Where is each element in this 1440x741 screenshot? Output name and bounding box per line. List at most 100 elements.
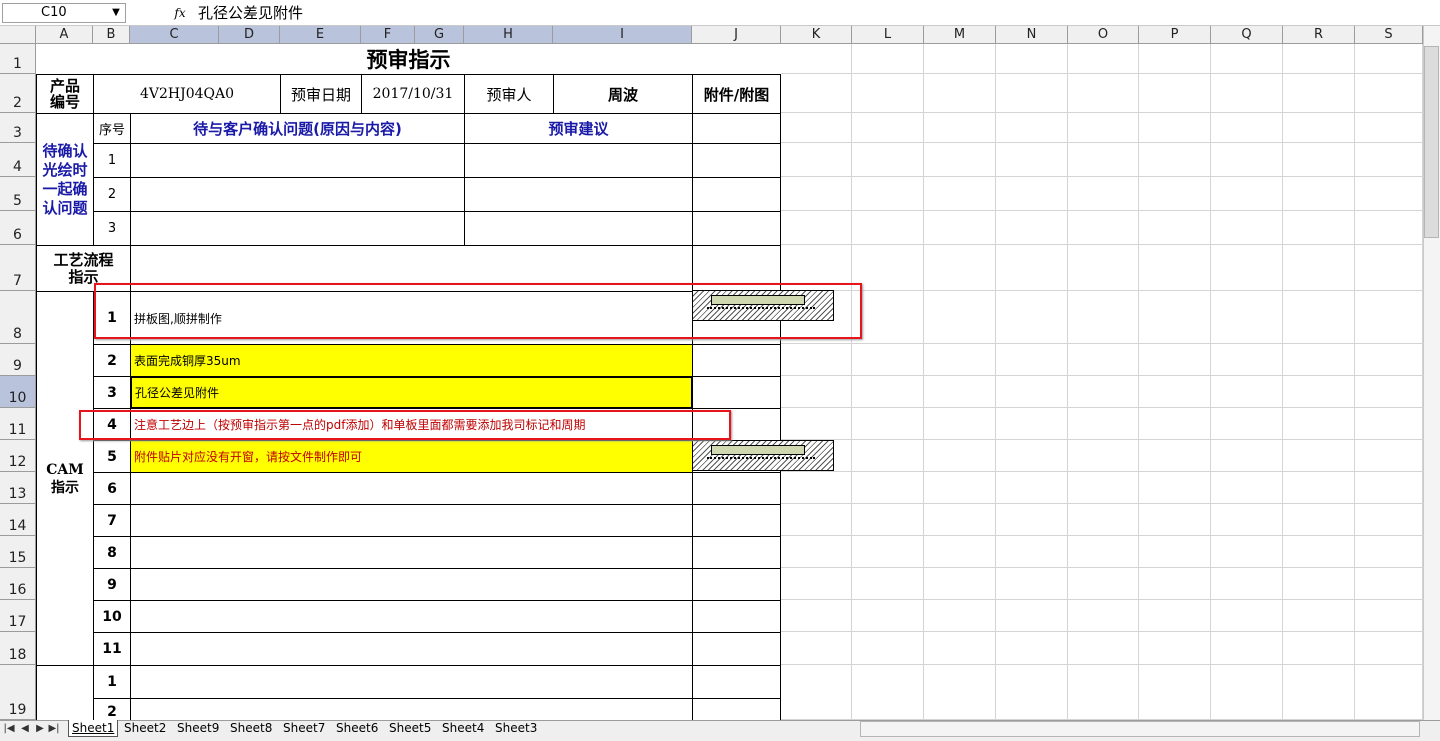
- row-header[interactable]: 16: [0, 568, 36, 600]
- row-header[interactable]: 13: [0, 472, 36, 504]
- horizontal-scrollbar[interactable]: [860, 721, 1420, 737]
- sheet-tab[interactable]: Sheet4: [439, 720, 487, 736]
- confirm-row-no[interactable]: 1: [93, 143, 131, 178]
- attachment-cell[interactable]: [692, 472, 781, 505]
- column-header[interactable]: E: [280, 26, 361, 44]
- sheet-tab[interactable]: Sheet3: [492, 720, 540, 736]
- attachment-label[interactable]: 附件/附图: [692, 74, 781, 114]
- row-header[interactable]: 5: [0, 177, 36, 211]
- issue-cell[interactable]: [130, 143, 465, 178]
- column-header[interactable]: O: [1068, 26, 1139, 44]
- column-header[interactable]: S: [1355, 26, 1423, 44]
- row-header[interactable]: 18: [0, 632, 36, 665]
- vertical-scroll-thumb[interactable]: [1424, 46, 1439, 238]
- attachment-cell[interactable]: [692, 211, 781, 246]
- row-header[interactable]: 1: [0, 44, 36, 74]
- row-header[interactable]: 12: [0, 440, 36, 472]
- product-no-label[interactable]: 产品编号: [36, 74, 94, 114]
- row-header[interactable]: 9: [0, 344, 36, 376]
- review-date-label[interactable]: 预审日期: [280, 74, 362, 114]
- function-icon[interactable]: fx: [168, 3, 192, 23]
- column-header[interactable]: G: [415, 26, 464, 44]
- attachment-cell[interactable]: [692, 143, 781, 178]
- next-row-text[interactable]: [130, 665, 693, 699]
- column-header[interactable]: N: [996, 26, 1068, 44]
- issues-label[interactable]: 待与客户确认问题(原因与内容): [130, 113, 465, 144]
- column-header[interactable]: M: [924, 26, 996, 44]
- column-header[interactable]: F: [361, 26, 415, 44]
- sheet-tab[interactable]: Sheet8: [227, 720, 275, 736]
- next-row-text[interactable]: [130, 698, 693, 721]
- attachment-cell[interactable]: [692, 665, 781, 699]
- row-header[interactable]: 19: [0, 665, 36, 720]
- prev-sheet-button[interactable]: ◀: [18, 721, 32, 737]
- cam-item-no[interactable]: 10: [93, 600, 131, 633]
- cam-item-no[interactable]: 6: [93, 472, 131, 505]
- cam-item-text[interactable]: [130, 632, 693, 666]
- cam-item-text-selected[interactable]: 孔径公差见附件: [130, 376, 693, 409]
- row-header[interactable]: 17: [0, 600, 36, 632]
- attachment-cell[interactable]: [692, 177, 781, 212]
- column-header[interactable]: A: [36, 26, 93, 44]
- cam-item-text[interactable]: [130, 504, 693, 537]
- row-header[interactable]: 7: [0, 245, 36, 291]
- suggestion-cell[interactable]: [464, 177, 693, 212]
- cam-item-text[interactable]: 附件贴片对应没有开窗，请按文件制作即可: [130, 440, 693, 473]
- cam-item-text[interactable]: 表面完成铜厚35um: [130, 344, 693, 377]
- last-sheet-button[interactable]: ▶|: [47, 721, 61, 737]
- attachment-cell[interactable]: [692, 632, 781, 666]
- confirm-section-label[interactable]: 待确认光绘时一起确认问题: [36, 113, 94, 246]
- attachment-cell[interactable]: [692, 536, 781, 569]
- row-header[interactable]: 2: [0, 74, 36, 113]
- cam-item-no[interactable]: 2: [93, 344, 131, 377]
- cam-item-no[interactable]: 5: [93, 440, 131, 473]
- cam-item-no[interactable]: 3: [93, 376, 131, 409]
- row-header[interactable]: 15: [0, 536, 36, 568]
- product-no-value[interactable]: 4V2HJ04QA0: [93, 74, 281, 114]
- attachment-cell[interactable]: [692, 504, 781, 537]
- seq-label[interactable]: 序号: [93, 113, 131, 144]
- cam-item-text[interactable]: [130, 472, 693, 505]
- column-header[interactable]: J: [692, 26, 781, 44]
- confirm-row-no[interactable]: 3: [93, 211, 131, 246]
- attachment-cell[interactable]: [692, 376, 781, 409]
- cam-item-text[interactable]: [130, 600, 693, 633]
- sheet-tab-active[interactable]: Sheet1: [68, 720, 119, 737]
- reviewer-value[interactable]: 周波: [553, 74, 693, 114]
- sheet-tab[interactable]: Sheet5: [386, 720, 434, 736]
- issue-cell[interactable]: [130, 211, 465, 246]
- next-row-no[interactable]: 2: [93, 698, 131, 721]
- cam-item-no[interactable]: 7: [93, 504, 131, 537]
- chevron-down-icon[interactable]: ▼: [108, 4, 124, 22]
- cam-item-no[interactable]: 8: [93, 536, 131, 569]
- sheet-tab[interactable]: Sheet7: [280, 720, 328, 736]
- column-header[interactable]: Q: [1211, 26, 1283, 44]
- attachment-cell[interactable]: [692, 344, 781, 377]
- confirm-row-no[interactable]: 2: [93, 177, 131, 212]
- column-header[interactable]: K: [781, 26, 852, 44]
- suggestion-cell[interactable]: [464, 143, 693, 178]
- cam-item-text[interactable]: [130, 568, 693, 601]
- next-section-label[interactable]: [36, 665, 94, 721]
- cam-item-text[interactable]: [130, 536, 693, 569]
- row-header[interactable]: 8: [0, 291, 36, 344]
- reviewer-label[interactable]: 预审人: [464, 74, 554, 114]
- column-header[interactable]: I: [553, 26, 692, 44]
- row-header[interactable]: 11: [0, 408, 36, 440]
- row-header[interactable]: 14: [0, 504, 36, 536]
- column-header[interactable]: D: [219, 26, 280, 44]
- sheet-tab[interactable]: Sheet9: [174, 720, 222, 736]
- next-row-no[interactable]: 1: [93, 665, 131, 699]
- attachment-object[interactable]: [692, 440, 834, 471]
- attachment-cell[interactable]: [692, 600, 781, 633]
- formula-input[interactable]: 孔径公差见附件: [198, 3, 1438, 23]
- column-header[interactable]: R: [1283, 26, 1355, 44]
- column-header[interactable]: P: [1139, 26, 1211, 44]
- suggestion-label[interactable]: 预审建议: [464, 113, 693, 144]
- column-header[interactable]: B: [93, 26, 130, 44]
- page-title[interactable]: 预审指示: [36, 44, 781, 74]
- attachment-cell[interactable]: [692, 698, 781, 721]
- suggestion-cell[interactable]: [464, 211, 693, 246]
- select-all-corner[interactable]: [0, 26, 36, 44]
- attachment-cell[interactable]: [692, 113, 781, 144]
